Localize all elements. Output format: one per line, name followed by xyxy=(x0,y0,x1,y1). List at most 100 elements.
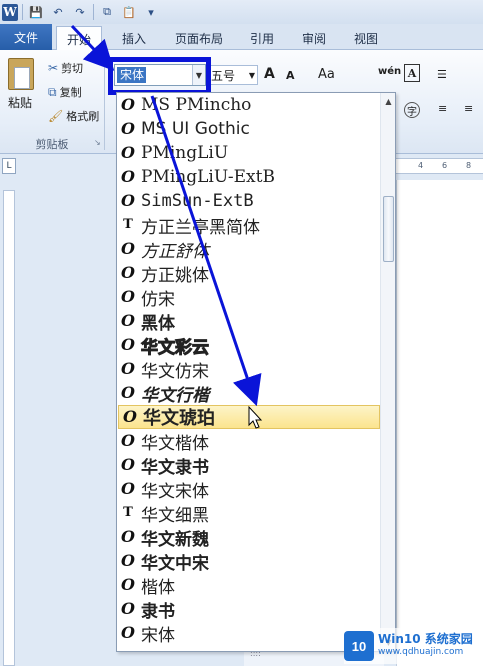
font-item[interactable]: O MS UI Gothic xyxy=(117,117,381,141)
watermark: 10 Win10 系统家园 www.qdhuajin.com xyxy=(344,628,481,664)
ruler-number: 8 xyxy=(466,161,472,170)
font-item[interactable]: O 华文隶书 xyxy=(117,453,381,478)
customize-icon[interactable]: ▾ xyxy=(142,3,160,21)
redo-icon[interactable]: ↷ xyxy=(71,3,89,21)
ribbon-tabs: 文件 开始 插入 页面布局 引用 审阅 视图 xyxy=(0,24,483,51)
cut-label: 剪切 xyxy=(61,62,84,75)
font-item-label: 楷体 xyxy=(141,577,175,598)
enclose-character-button[interactable]: 字 xyxy=(404,102,420,118)
font-item[interactable]: T 方正兰亭黑简体 xyxy=(117,213,381,238)
word-logo-icon[interactable]: W xyxy=(2,3,18,21)
paste-button[interactable]: 粘贴 xyxy=(8,94,32,111)
font-item[interactable]: O 仿宋 xyxy=(117,285,381,310)
font-item[interactable]: O 华文仿宋 xyxy=(117,357,381,382)
tab-view[interactable]: 视图 xyxy=(346,26,386,50)
tab-insert[interactable]: 插入 xyxy=(114,26,154,50)
paste-large-icon[interactable] xyxy=(8,58,34,90)
font-item[interactable]: O 华文彩云 xyxy=(117,333,381,359)
vertical-ruler[interactable] xyxy=(3,190,15,666)
font-item-label: 仿宋 xyxy=(141,289,175,310)
font-item-label: 宋体 xyxy=(141,625,175,646)
font-item[interactable]: O 华文行楷 xyxy=(117,381,381,406)
format-painter-label: 格式刷 xyxy=(66,110,100,123)
copy-icon: ⧉ xyxy=(48,84,57,99)
ruler-number: 6 xyxy=(442,161,448,170)
font-item[interactable]: O 隶书 xyxy=(117,597,381,622)
tab-selector-button[interactable]: L xyxy=(2,158,16,174)
format-painter-button[interactable]: 🖌 格式刷 xyxy=(48,108,99,124)
font-item[interactable]: O 华文新魏 xyxy=(117,525,381,550)
font-item[interactable]: O 华文宋体 xyxy=(117,477,381,502)
copy-icon[interactable]: ⧉ xyxy=(98,3,116,21)
font-item-label: 华文仿宋 xyxy=(141,361,209,382)
qat-separator xyxy=(93,4,94,20)
cut-button[interactable]: ✂ 剪切 xyxy=(48,60,83,76)
undo-icon[interactable]: ↶ xyxy=(49,3,67,21)
scroll-up-icon[interactable]: ▲ xyxy=(382,94,395,108)
watermark-logo: 10 xyxy=(344,631,374,661)
opentype-font-icon: O xyxy=(121,287,135,306)
document-page[interactable] xyxy=(396,180,483,666)
font-item[interactable]: O 宋体 xyxy=(117,621,381,646)
opentype-font-icon: O xyxy=(121,191,135,210)
annotation-highlight-box xyxy=(108,57,211,95)
font-item[interactable]: O 方正舒体 xyxy=(117,237,381,262)
dropdown-scrollbar[interactable]: ▲ ▼ xyxy=(380,93,395,651)
font-size-combobox[interactable]: 五号 ▼ xyxy=(208,65,258,85)
copy-button[interactable]: ⧉ 复制 xyxy=(48,84,82,100)
tab-home[interactable]: 开始 xyxy=(56,26,102,51)
truetype-font-icon: T xyxy=(123,217,133,232)
chevron-down-icon[interactable]: ▼ xyxy=(249,71,255,80)
font-item[interactable]: O SimSun-ExtB xyxy=(117,189,381,213)
font-item[interactable]: O MS PMincho xyxy=(117,93,381,117)
character-border-button[interactable]: A xyxy=(404,64,420,82)
grow-font-button[interactable]: A xyxy=(264,66,275,82)
copy-label: 复制 xyxy=(59,86,82,99)
font-item-label: 方正姚体 xyxy=(141,265,209,286)
save-icon[interactable]: 💾 xyxy=(27,3,45,21)
tab-file[interactable]: 文件 xyxy=(0,24,52,50)
font-item[interactable]: O 楷体 xyxy=(117,573,381,598)
font-item-selected[interactable]: O 华文琥珀 xyxy=(118,405,380,429)
resize-grip-icon[interactable]: :::: xyxy=(250,649,261,658)
phonetic-guide-button[interactable]: wén xyxy=(378,66,401,77)
opentype-font-icon: O xyxy=(121,311,135,330)
scrollbar-thumb[interactable] xyxy=(383,196,394,262)
quick-access-toolbar: W 💾 ↶ ↷ ⧉ 📋 ▾ xyxy=(0,0,483,24)
font-item-label: 隶书 xyxy=(141,601,175,622)
opentype-font-icon: O xyxy=(121,359,135,378)
dialog-launcher-icon[interactable]: ↘ xyxy=(94,138,101,147)
shrink-font-button[interactable]: A xyxy=(286,69,295,82)
font-item[interactable]: O 黑体 xyxy=(117,309,381,334)
opentype-font-icon: O xyxy=(121,95,135,114)
bullets-icon[interactable]: ☰ xyxy=(437,68,447,81)
font-item[interactable]: O PMingLiU xyxy=(117,141,381,165)
opentype-font-icon: O xyxy=(121,479,135,498)
tab-review[interactable]: 审阅 xyxy=(294,26,334,50)
font-item[interactable]: O 华文中宋 xyxy=(117,549,381,574)
font-item[interactable]: T 华文细黑 xyxy=(117,501,381,526)
font-item[interactable]: O 华文楷体 xyxy=(117,429,381,454)
tab-page-layout[interactable]: 页面布局 xyxy=(168,26,230,50)
ruler-number: 4 xyxy=(418,161,424,170)
group-separator xyxy=(104,54,105,150)
opentype-font-icon: O xyxy=(121,455,135,474)
opentype-font-icon: O xyxy=(121,599,135,618)
font-item[interactable]: O PMingLiU-ExtB xyxy=(117,165,381,189)
font-dropdown-list[interactable]: O MS PMincho O MS UI Gothic O PMingLiU O PMi… xyxy=(116,92,396,652)
align-left-icon[interactable]: ≡ xyxy=(438,102,447,115)
change-case-button[interactable]: Aa xyxy=(318,67,335,82)
font-item-label: PMingLiU xyxy=(141,143,229,163)
font-item[interactable]: O 方正姚体 xyxy=(117,261,381,286)
opentype-font-icon: O xyxy=(121,335,135,354)
paste-icon[interactable]: 📋 xyxy=(120,3,138,21)
opentype-font-icon: O xyxy=(121,143,135,162)
font-item-label: SimSun-ExtB xyxy=(141,191,254,211)
font-item-label: 华文新魏 xyxy=(141,529,209,550)
tab-references[interactable]: 引用 xyxy=(242,26,282,50)
opentype-font-icon: O xyxy=(121,623,135,642)
font-item-label: 华文彩云 xyxy=(141,337,210,358)
opentype-font-icon: O xyxy=(121,551,135,570)
align-center-icon[interactable]: ≡ xyxy=(464,102,473,115)
font-item-label: 黑体 xyxy=(141,313,175,334)
